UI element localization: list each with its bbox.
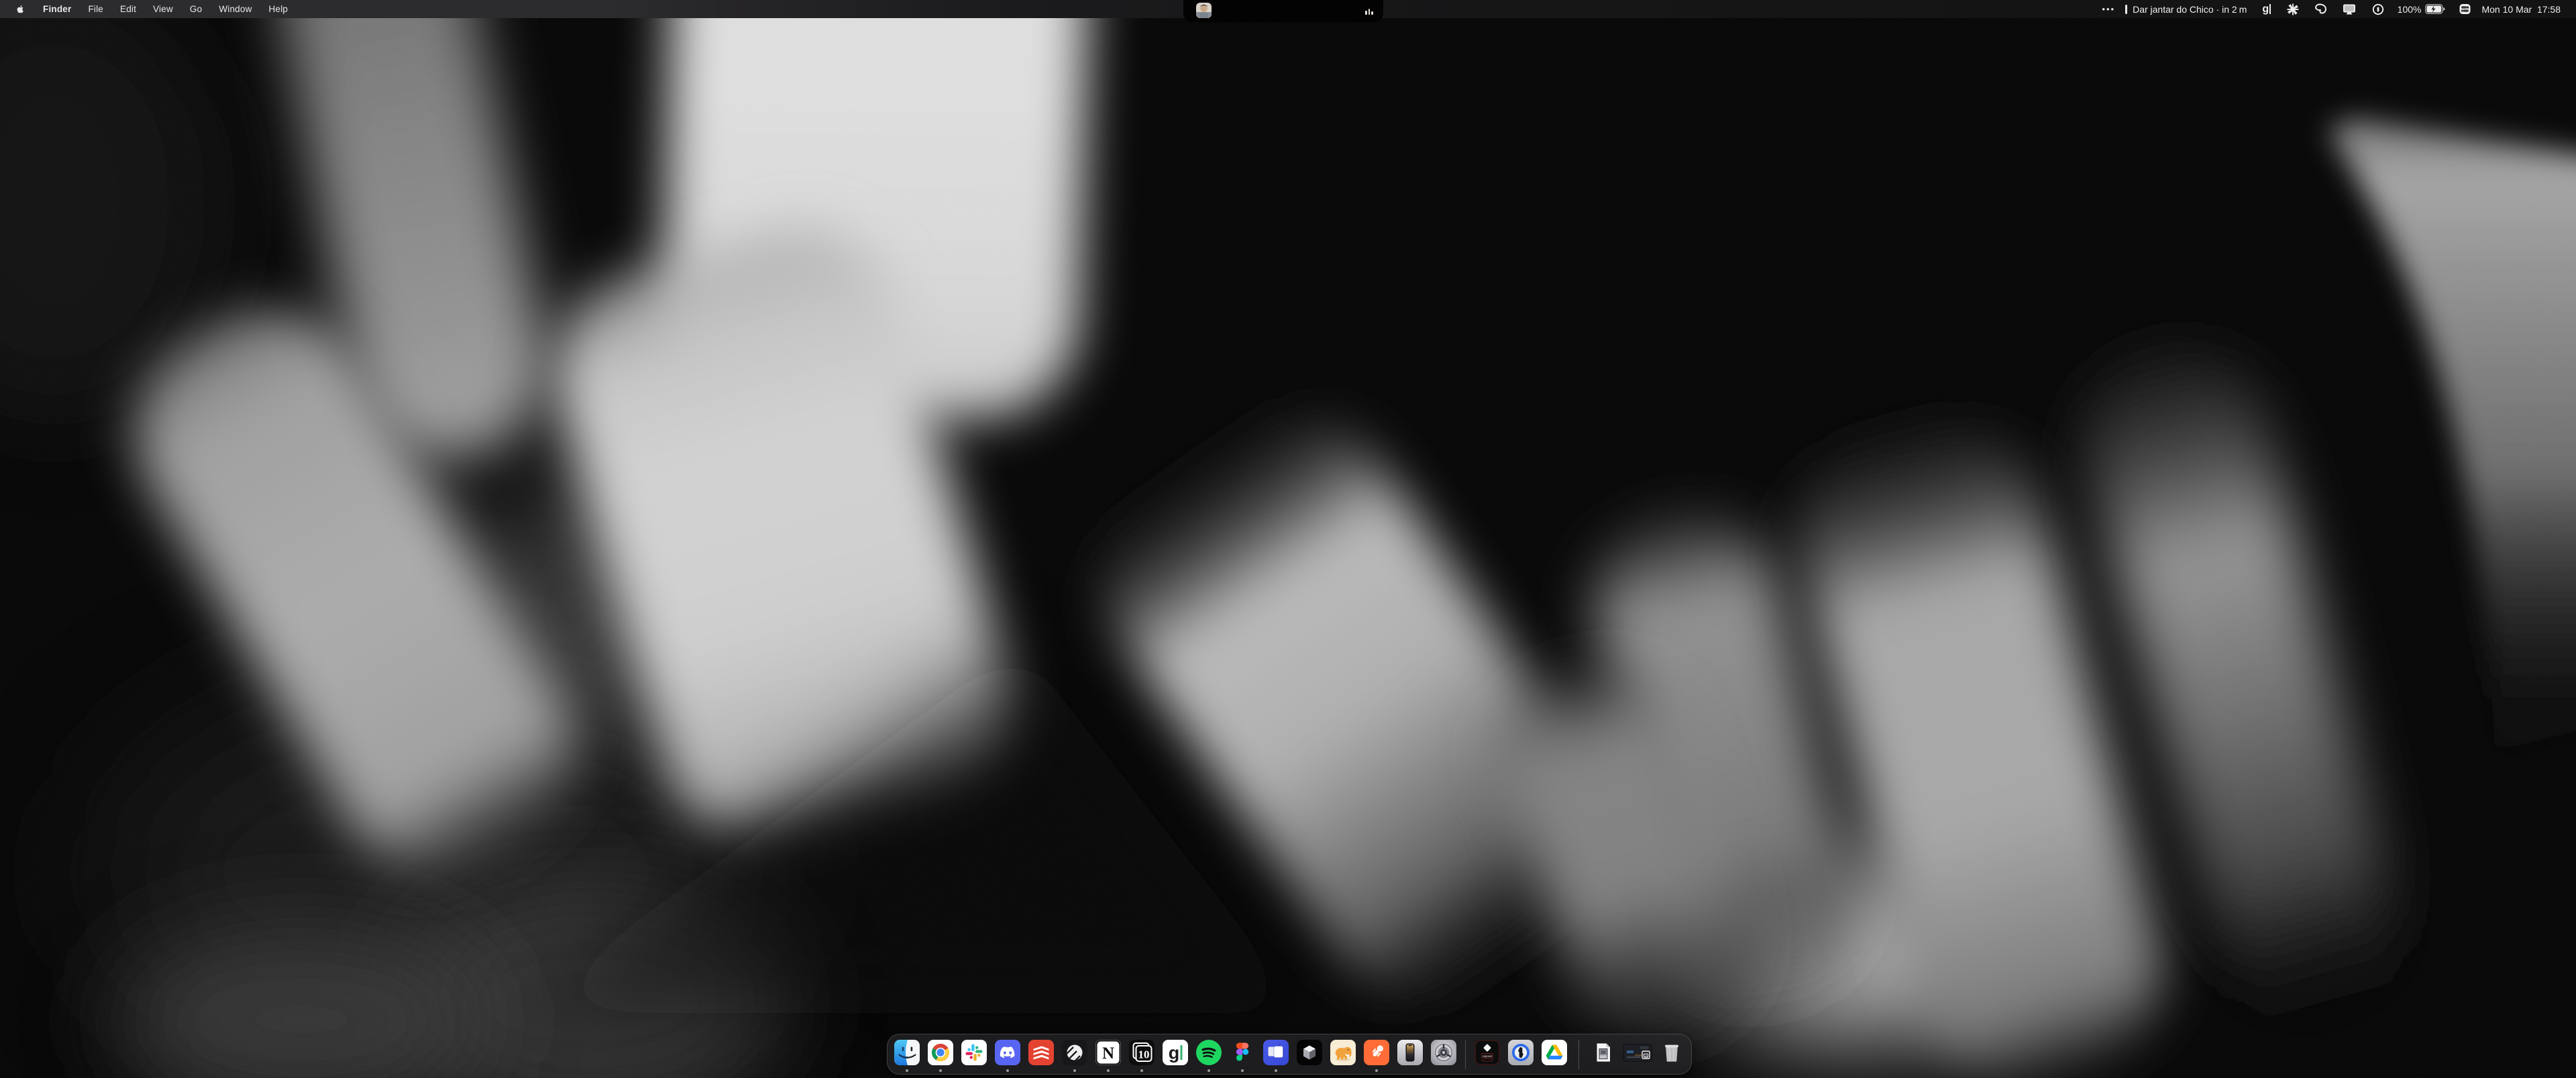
svg-text:g: g [1169, 1043, 1180, 1063]
svg-text:N: N [1102, 1044, 1114, 1063]
svg-text:10: 10 [1138, 1048, 1150, 1061]
svg-text:raycast: raycast [1483, 1055, 1493, 1058]
svg-text:11: 11 [1644, 1055, 1648, 1058]
